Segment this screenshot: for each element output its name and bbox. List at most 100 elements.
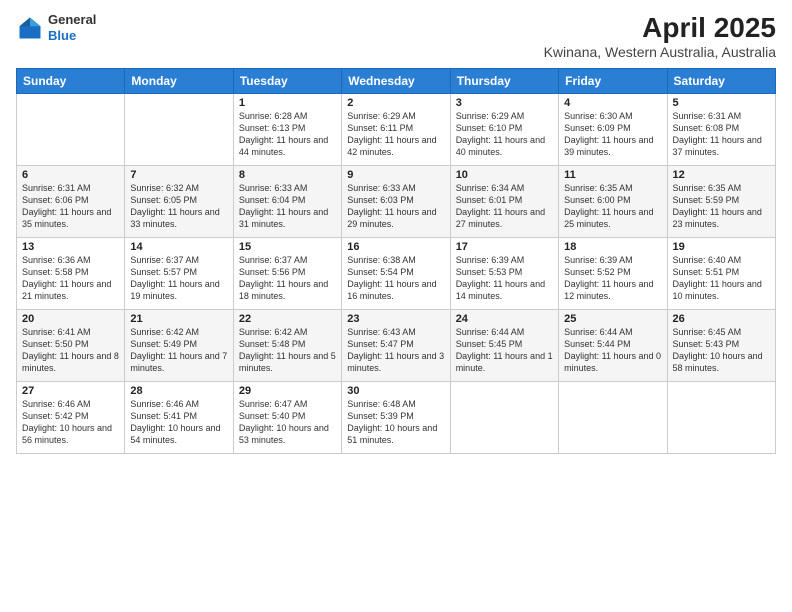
weekday-header-row: SundayMondayTuesdayWednesdayThursdayFrid… xyxy=(17,69,776,94)
day-info: Sunrise: 6:33 AM Sunset: 6:03 PM Dayligh… xyxy=(347,182,444,231)
day-info: Sunrise: 6:46 AM Sunset: 5:42 PM Dayligh… xyxy=(22,398,119,447)
calendar-cell: 7Sunrise: 6:32 AM Sunset: 6:05 PM Daylig… xyxy=(125,166,233,238)
day-info: Sunrise: 6:35 AM Sunset: 5:59 PM Dayligh… xyxy=(673,182,770,231)
day-info: Sunrise: 6:37 AM Sunset: 5:56 PM Dayligh… xyxy=(239,254,336,303)
calendar-cell: 12Sunrise: 6:35 AM Sunset: 5:59 PM Dayli… xyxy=(667,166,775,238)
calendar-week-row: 6Sunrise: 6:31 AM Sunset: 6:06 PM Daylig… xyxy=(17,166,776,238)
day-info: Sunrise: 6:30 AM Sunset: 6:09 PM Dayligh… xyxy=(564,110,661,159)
day-info: Sunrise: 6:31 AM Sunset: 6:06 PM Dayligh… xyxy=(22,182,119,231)
day-number: 3 xyxy=(456,97,553,109)
day-info: Sunrise: 6:46 AM Sunset: 5:41 PM Dayligh… xyxy=(130,398,227,447)
day-info: Sunrise: 6:35 AM Sunset: 6:00 PM Dayligh… xyxy=(564,182,661,231)
day-info: Sunrise: 6:39 AM Sunset: 5:52 PM Dayligh… xyxy=(564,254,661,303)
day-number: 26 xyxy=(673,313,770,325)
calendar-cell: 25Sunrise: 6:44 AM Sunset: 5:44 PM Dayli… xyxy=(559,310,667,382)
calendar-cell xyxy=(125,94,233,166)
day-info: Sunrise: 6:38 AM Sunset: 5:54 PM Dayligh… xyxy=(347,254,444,303)
day-number: 10 xyxy=(456,169,553,181)
calendar-cell: 11Sunrise: 6:35 AM Sunset: 6:00 PM Dayli… xyxy=(559,166,667,238)
day-number: 18 xyxy=(564,241,661,253)
day-number: 21 xyxy=(130,313,227,325)
day-info: Sunrise: 6:31 AM Sunset: 6:08 PM Dayligh… xyxy=(673,110,770,159)
logo-icon xyxy=(16,14,44,42)
day-info: Sunrise: 6:47 AM Sunset: 5:40 PM Dayligh… xyxy=(239,398,336,447)
day-info: Sunrise: 6:33 AM Sunset: 6:04 PM Dayligh… xyxy=(239,182,336,231)
page: General Blue April 2025 Kwinana, Western… xyxy=(0,0,792,612)
day-info: Sunrise: 6:42 AM Sunset: 5:48 PM Dayligh… xyxy=(239,326,336,375)
calendar-cell: 20Sunrise: 6:41 AM Sunset: 5:50 PM Dayli… xyxy=(17,310,125,382)
calendar-cell xyxy=(17,94,125,166)
day-info: Sunrise: 6:32 AM Sunset: 6:05 PM Dayligh… xyxy=(130,182,227,231)
day-number: 14 xyxy=(130,241,227,253)
calendar-cell: 4Sunrise: 6:30 AM Sunset: 6:09 PM Daylig… xyxy=(559,94,667,166)
day-number: 23 xyxy=(347,313,444,325)
calendar-cell: 29Sunrise: 6:47 AM Sunset: 5:40 PM Dayli… xyxy=(233,382,341,454)
weekday-header: Thursday xyxy=(450,69,558,94)
page-title: April 2025 xyxy=(544,12,776,44)
day-number: 11 xyxy=(564,169,661,181)
calendar-cell: 3Sunrise: 6:29 AM Sunset: 6:10 PM Daylig… xyxy=(450,94,558,166)
day-info: Sunrise: 6:48 AM Sunset: 5:39 PM Dayligh… xyxy=(347,398,444,447)
day-number: 25 xyxy=(564,313,661,325)
day-info: Sunrise: 6:29 AM Sunset: 6:11 PM Dayligh… xyxy=(347,110,444,159)
calendar-cell: 9Sunrise: 6:33 AM Sunset: 6:03 PM Daylig… xyxy=(342,166,450,238)
calendar-week-row: 20Sunrise: 6:41 AM Sunset: 5:50 PM Dayli… xyxy=(17,310,776,382)
day-number: 8 xyxy=(239,169,336,181)
calendar-cell: 23Sunrise: 6:43 AM Sunset: 5:47 PM Dayli… xyxy=(342,310,450,382)
day-number: 4 xyxy=(564,97,661,109)
logo: General Blue xyxy=(16,12,96,43)
day-number: 12 xyxy=(673,169,770,181)
calendar-cell: 13Sunrise: 6:36 AM Sunset: 5:58 PM Dayli… xyxy=(17,238,125,310)
day-info: Sunrise: 6:36 AM Sunset: 5:58 PM Dayligh… xyxy=(22,254,119,303)
title-block: April 2025 Kwinana, Western Australia, A… xyxy=(544,12,776,60)
calendar-cell xyxy=(667,382,775,454)
weekday-header: Sunday xyxy=(17,69,125,94)
weekday-header: Monday xyxy=(125,69,233,94)
day-number: 28 xyxy=(130,385,227,397)
day-number: 15 xyxy=(239,241,336,253)
calendar-cell: 22Sunrise: 6:42 AM Sunset: 5:48 PM Dayli… xyxy=(233,310,341,382)
day-number: 7 xyxy=(130,169,227,181)
logo-blue: Blue xyxy=(48,28,96,44)
day-info: Sunrise: 6:42 AM Sunset: 5:49 PM Dayligh… xyxy=(130,326,227,375)
day-number: 13 xyxy=(22,241,119,253)
day-info: Sunrise: 6:37 AM Sunset: 5:57 PM Dayligh… xyxy=(130,254,227,303)
weekday-header: Friday xyxy=(559,69,667,94)
weekday-header: Wednesday xyxy=(342,69,450,94)
day-info: Sunrise: 6:44 AM Sunset: 5:45 PM Dayligh… xyxy=(456,326,553,375)
calendar-cell: 5Sunrise: 6:31 AM Sunset: 6:08 PM Daylig… xyxy=(667,94,775,166)
day-number: 5 xyxy=(673,97,770,109)
page-subtitle: Kwinana, Western Australia, Australia xyxy=(544,44,776,60)
day-number: 9 xyxy=(347,169,444,181)
day-number: 24 xyxy=(456,313,553,325)
calendar-cell: 8Sunrise: 6:33 AM Sunset: 6:04 PM Daylig… xyxy=(233,166,341,238)
logo-general: General xyxy=(48,12,96,28)
day-info: Sunrise: 6:44 AM Sunset: 5:44 PM Dayligh… xyxy=(564,326,661,375)
calendar-cell xyxy=(450,382,558,454)
day-info: Sunrise: 6:43 AM Sunset: 5:47 PM Dayligh… xyxy=(347,326,444,375)
calendar-cell: 28Sunrise: 6:46 AM Sunset: 5:41 PM Dayli… xyxy=(125,382,233,454)
day-number: 1 xyxy=(239,97,336,109)
calendar-cell: 18Sunrise: 6:39 AM Sunset: 5:52 PM Dayli… xyxy=(559,238,667,310)
weekday-header: Tuesday xyxy=(233,69,341,94)
day-number: 2 xyxy=(347,97,444,109)
day-number: 27 xyxy=(22,385,119,397)
logo-text: General Blue xyxy=(48,12,96,43)
day-number: 16 xyxy=(347,241,444,253)
calendar-cell: 30Sunrise: 6:48 AM Sunset: 5:39 PM Dayli… xyxy=(342,382,450,454)
calendar-cell: 26Sunrise: 6:45 AM Sunset: 5:43 PM Dayli… xyxy=(667,310,775,382)
calendar-cell xyxy=(559,382,667,454)
calendar-cell: 10Sunrise: 6:34 AM Sunset: 6:01 PM Dayli… xyxy=(450,166,558,238)
day-number: 19 xyxy=(673,241,770,253)
day-info: Sunrise: 6:41 AM Sunset: 5:50 PM Dayligh… xyxy=(22,326,119,375)
day-info: Sunrise: 6:29 AM Sunset: 6:10 PM Dayligh… xyxy=(456,110,553,159)
weekday-header: Saturday xyxy=(667,69,775,94)
day-info: Sunrise: 6:34 AM Sunset: 6:01 PM Dayligh… xyxy=(456,182,553,231)
calendar-cell: 16Sunrise: 6:38 AM Sunset: 5:54 PM Dayli… xyxy=(342,238,450,310)
day-number: 29 xyxy=(239,385,336,397)
calendar-cell: 27Sunrise: 6:46 AM Sunset: 5:42 PM Dayli… xyxy=(17,382,125,454)
calendar-week-row: 27Sunrise: 6:46 AM Sunset: 5:42 PM Dayli… xyxy=(17,382,776,454)
day-number: 17 xyxy=(456,241,553,253)
calendar-cell: 21Sunrise: 6:42 AM Sunset: 5:49 PM Dayli… xyxy=(125,310,233,382)
calendar-week-row: 13Sunrise: 6:36 AM Sunset: 5:58 PM Dayli… xyxy=(17,238,776,310)
